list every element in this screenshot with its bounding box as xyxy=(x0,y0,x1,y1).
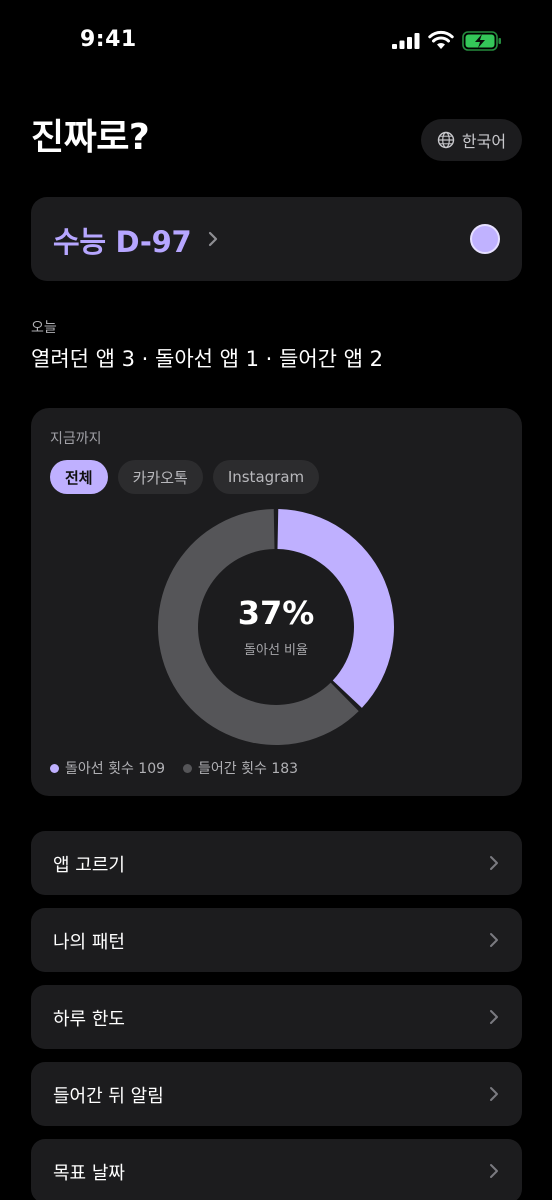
menu-item-my-pattern[interactable]: 나의 패턴 xyxy=(31,908,522,972)
stats-card: 지금까지 전체 카카오톡 Instagram 37% 돌아선 비율 돌아선 횟수… xyxy=(31,408,522,796)
menu-item-label: 나의 패턴 xyxy=(53,932,125,953)
status-time: 9:41 xyxy=(80,27,137,52)
menu-item-post-entry-alert[interactable]: 들어간 뒤 알림 xyxy=(31,1062,522,1126)
language-label: 한국어 xyxy=(461,132,507,151)
menu-item-label: 하루 한도 xyxy=(53,1009,125,1030)
page-title: 진짜로? xyxy=(31,117,150,158)
chevron-right-icon xyxy=(490,1010,498,1024)
menu-item-goal-date[interactable]: 목표 날짜 xyxy=(31,1139,522,1200)
legend-item-turned-back: 돌아선 횟수 109 xyxy=(50,758,165,778)
legend-swatch-entered xyxy=(183,763,193,773)
cellular-signal-icon xyxy=(392,33,420,49)
menu-item-label: 목표 날짜 xyxy=(53,1163,125,1184)
tab-kakaotalk[interactable]: 카카오톡 xyxy=(117,460,203,494)
dday-card[interactable]: 수능 D-97 xyxy=(31,197,522,281)
menu-item-label: 들어간 뒤 알림 xyxy=(53,1086,164,1107)
status-bar: 9:41 xyxy=(0,0,552,84)
filter-tabs: 전체 카카오톡 Instagram xyxy=(50,460,320,494)
ratio-caption: 돌아선 비율 xyxy=(244,643,308,658)
battery-charging-icon xyxy=(462,31,501,51)
color-dot[interactable] xyxy=(470,224,500,254)
menu-item-label: 앱 고르기 xyxy=(53,855,125,876)
legend-label-turned-back: 돌아선 횟수 109 xyxy=(65,761,166,777)
chevron-right-icon xyxy=(490,1087,498,1101)
menu-item-daily-limit[interactable]: 하루 한도 xyxy=(31,985,522,1049)
chart-legend: 돌아선 횟수 109 들어간 횟수 183 xyxy=(50,758,298,778)
chevron-right-icon xyxy=(490,1164,498,1178)
ratio-percent: 37% xyxy=(237,594,315,632)
language-button[interactable]: 한국어 xyxy=(421,119,522,161)
chevron-right-icon xyxy=(490,856,498,870)
legend-item-entered: 들어간 횟수 183 xyxy=(183,758,298,778)
globe-icon xyxy=(437,131,455,149)
menu-item-select-apps[interactable]: 앱 고르기 xyxy=(31,831,522,895)
legend-label-entered: 들어간 횟수 183 xyxy=(198,761,299,777)
dday-label: 수능 D-97 xyxy=(53,225,192,259)
stats-label: 지금까지 xyxy=(50,431,102,447)
legend-swatch-turned-back xyxy=(50,763,59,773)
tab-all[interactable]: 전체 xyxy=(50,460,108,494)
wifi-icon xyxy=(428,30,454,49)
chevron-right-icon xyxy=(208,231,218,247)
today-summary: 열려던 앱 3 · 돌아선 앱 1 · 들어간 앱 2 xyxy=(31,347,384,371)
today-label: 오늘 xyxy=(31,320,57,336)
chevron-right-icon xyxy=(490,933,498,947)
tab-instagram[interactable]: Instagram xyxy=(212,460,320,494)
